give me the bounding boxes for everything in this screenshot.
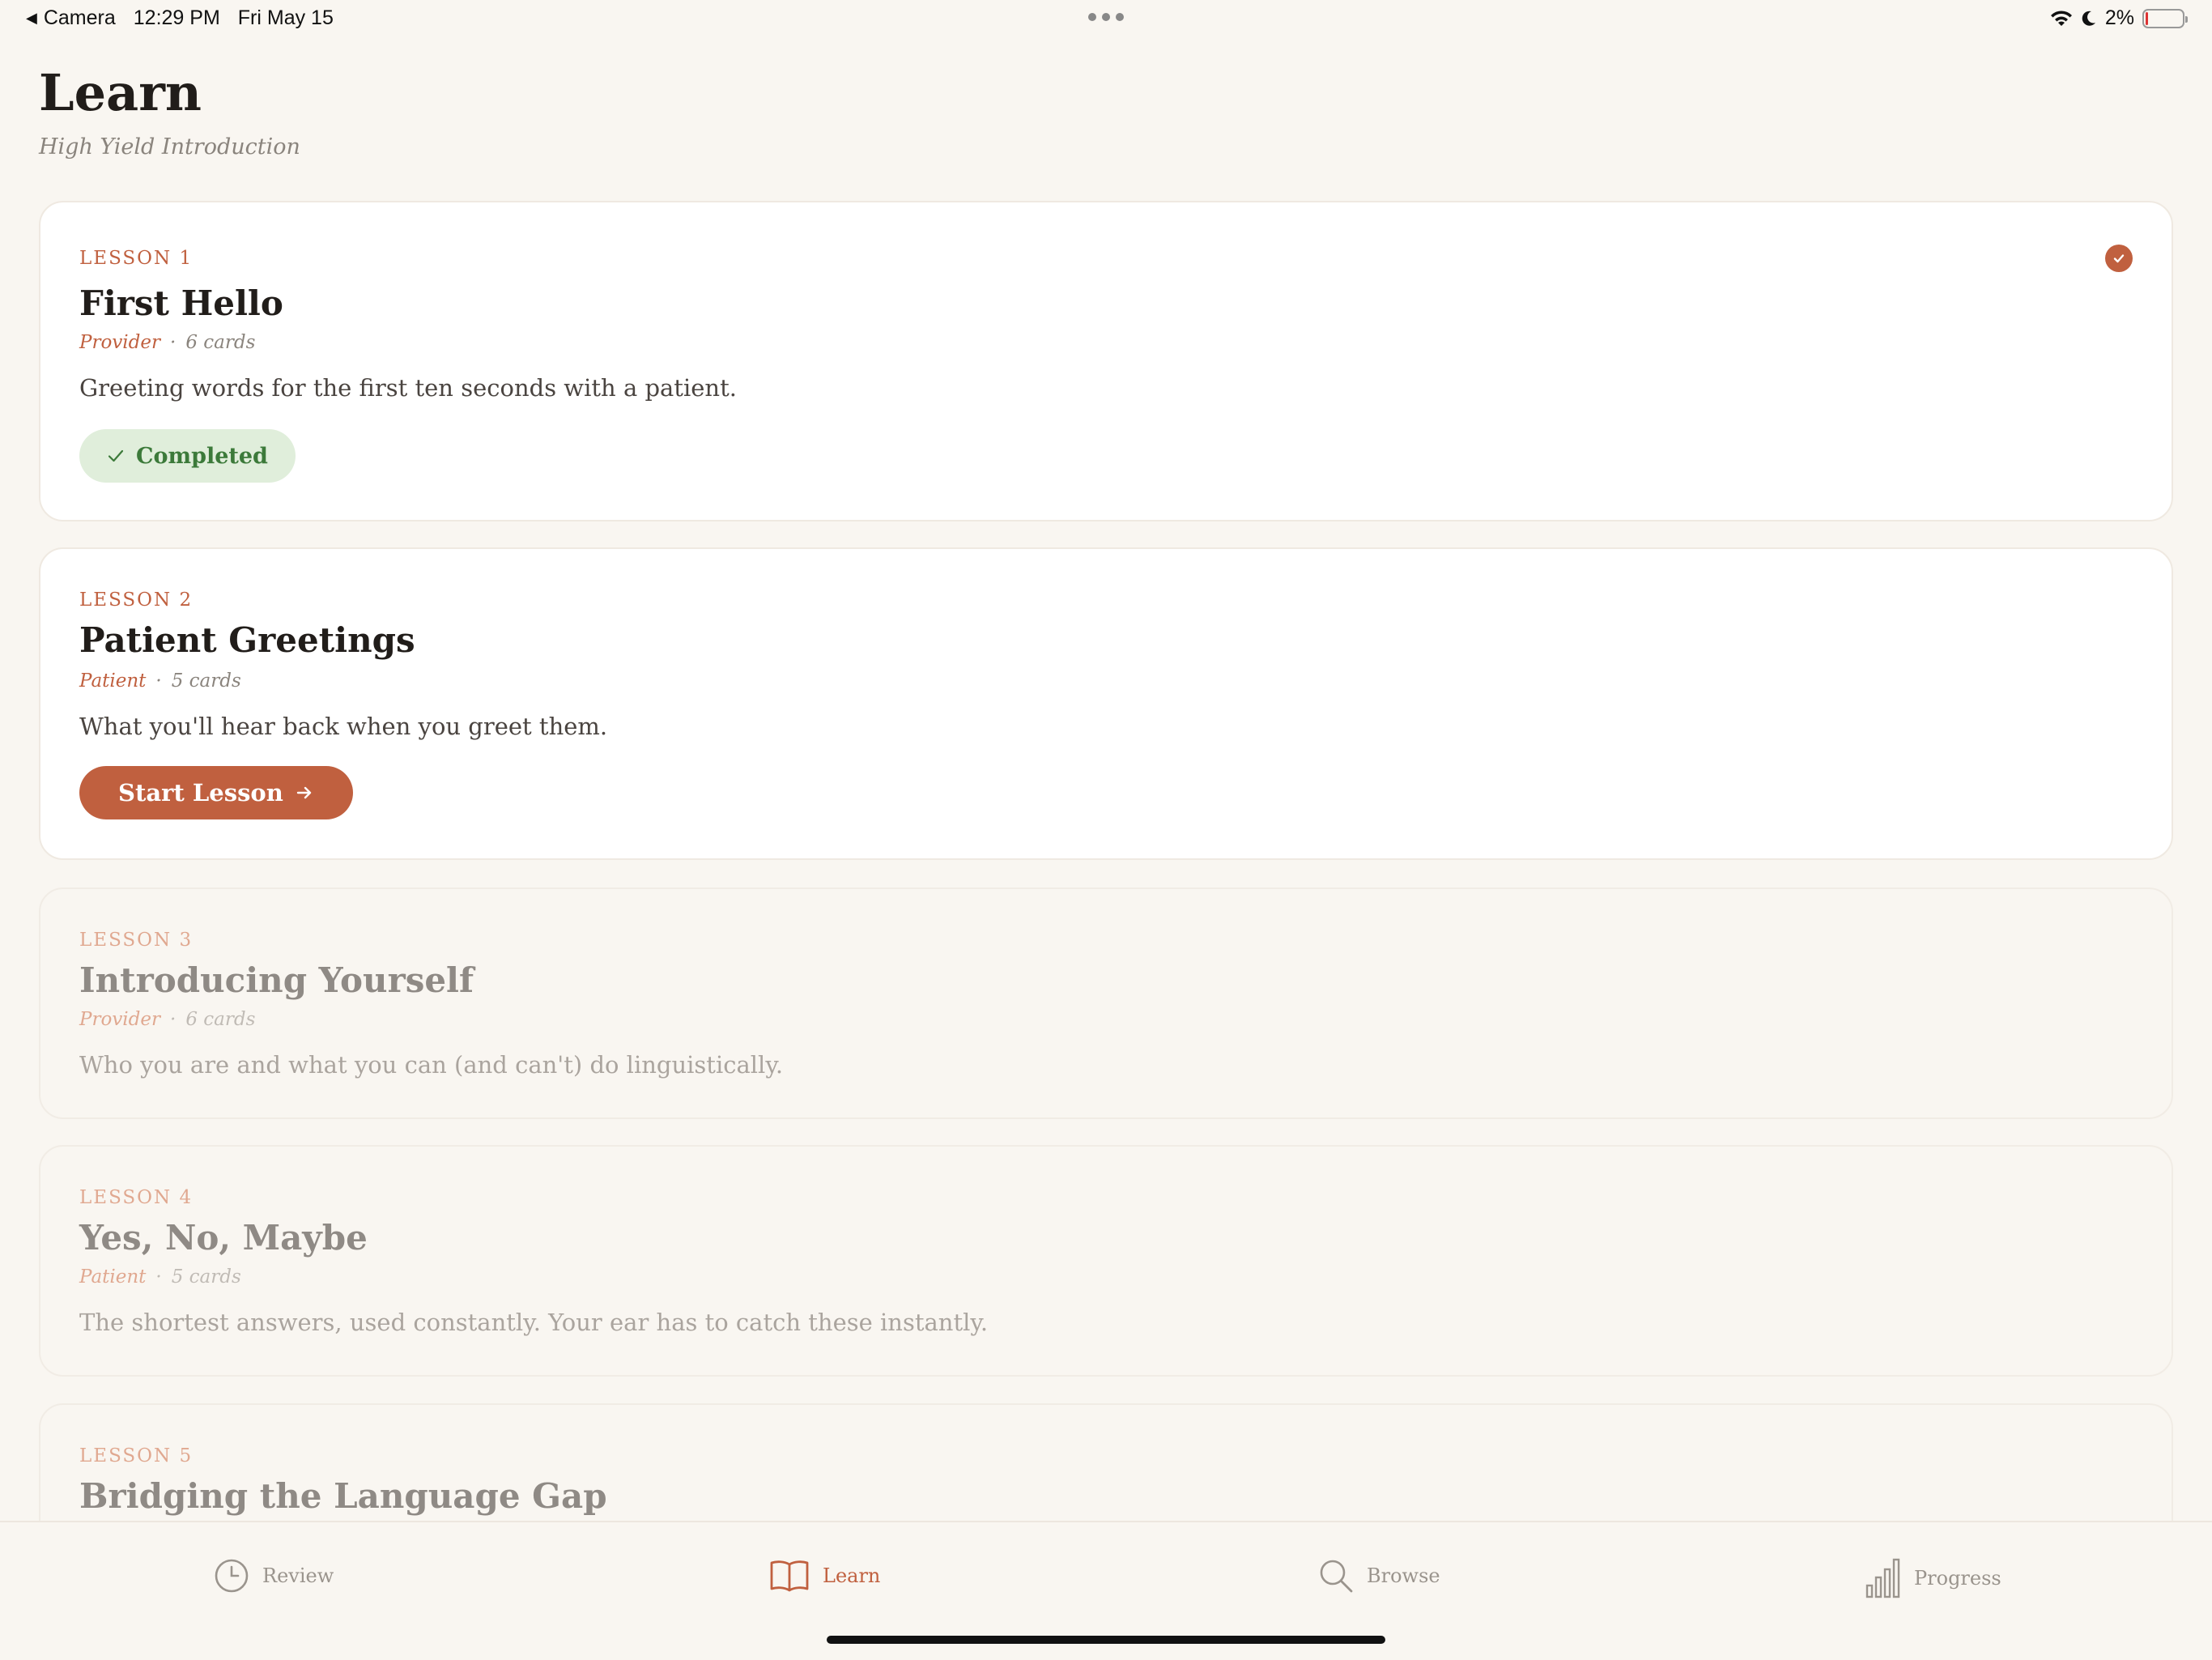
lesson-meta: Patient · 5 cards xyxy=(79,1266,241,1288)
lesson-meta: Provider · 6 cards xyxy=(79,332,256,353)
home-indicator[interactable] xyxy=(827,1636,1385,1644)
lesson-description: The shortest answers, used constantly. Y… xyxy=(79,1309,989,1336)
tab-label: Browse xyxy=(1367,1564,1440,1587)
tab-label: Progress xyxy=(1914,1567,2001,1590)
start-lesson-button[interactable]: Start Lesson xyxy=(79,766,353,819)
completed-label: Completed xyxy=(136,443,268,469)
checkmark-icon xyxy=(108,449,124,462)
bar-chart-icon xyxy=(1865,1558,1900,1598)
status-time: 12:29 PM xyxy=(133,6,220,29)
arrow-right-icon xyxy=(296,786,312,799)
lesson-role: Provider xyxy=(79,332,160,353)
lesson-number: LESSON 2 xyxy=(79,590,194,611)
page-title: Learn xyxy=(39,63,202,122)
battery-percent: 2% xyxy=(2104,6,2134,29)
lesson-description: Greeting words for the first ten seconds… xyxy=(79,374,737,402)
lesson-card-count: 5 cards xyxy=(171,670,241,692)
moon-icon xyxy=(2082,11,2095,26)
multitasking-dots[interactable] xyxy=(1088,13,1124,21)
tab-label: Review xyxy=(262,1564,334,1587)
lesson-number: LESSON 5 xyxy=(79,1445,194,1466)
tab-learn[interactable]: Learn xyxy=(769,1558,880,1594)
lesson-card-count: 6 cards xyxy=(185,1009,256,1030)
lesson-description: Who you are and what you can (and can't)… xyxy=(79,1051,784,1079)
status-date: Fri May 15 xyxy=(237,6,334,29)
lesson-meta: Provider · 6 cards xyxy=(79,1009,256,1030)
lesson-number: LESSON 1 xyxy=(79,248,194,269)
wifi-icon xyxy=(2050,10,2072,26)
lesson-title: Introducing Yourself xyxy=(79,960,474,1000)
status-bar: ◀ Camera 12:29 PM Fri May 15 2% xyxy=(0,0,2212,39)
lesson-role: Provider xyxy=(79,1009,160,1030)
lesson-role: Patient xyxy=(79,1266,147,1288)
lesson-card-1[interactable]: LESSON 1 First Hello Provider · 6 cards Gr… xyxy=(39,201,2173,521)
battery-icon xyxy=(2142,8,2188,28)
book-icon xyxy=(770,1560,809,1592)
clock-icon xyxy=(215,1559,249,1593)
tab-progress[interactable]: Progress xyxy=(1865,1558,2001,1598)
search-icon xyxy=(1320,1560,1353,1593)
lesson-card-count: 5 cards xyxy=(171,1266,241,1288)
lesson-meta: Patient · 5 cards xyxy=(79,670,241,692)
tab-review[interactable]: Review xyxy=(214,1558,334,1594)
lesson-title: Patient Greetings xyxy=(79,620,415,660)
completed-badge: Completed xyxy=(79,429,296,483)
lesson-card-count: 6 cards xyxy=(185,332,256,353)
completed-check-icon xyxy=(2105,245,2133,272)
tab-label: Learn xyxy=(823,1564,881,1587)
lesson-number: LESSON 3 xyxy=(79,930,194,951)
lesson-title: First Hello xyxy=(79,283,283,323)
page-subtitle: High Yield Introduction xyxy=(39,134,300,160)
back-to-app-label[interactable]: Camera xyxy=(44,6,116,30)
start-lesson-label: Start Lesson xyxy=(118,779,283,807)
lesson-role: Patient xyxy=(79,670,147,692)
lesson-card-4[interactable]: LESSON 4 Yes, No, Maybe Patient · 5 cards … xyxy=(39,1145,2173,1377)
lesson-title: Bridging the Language Gap xyxy=(79,1476,607,1516)
lesson-description: What you'll hear back when you greet the… xyxy=(79,713,608,740)
lesson-card-3[interactable]: LESSON 3 Introducing Yourself Provider · 6… xyxy=(39,887,2173,1119)
tab-browse[interactable]: Browse xyxy=(1318,1558,1440,1594)
back-arrow-icon[interactable]: ◀ xyxy=(26,10,37,27)
lesson-title: Yes, No, Maybe xyxy=(79,1218,368,1258)
lesson-number: LESSON 4 xyxy=(79,1187,194,1208)
lesson-card-2[interactable]: LESSON 2 Patient Greetings Patient · 5 car… xyxy=(39,547,2173,860)
